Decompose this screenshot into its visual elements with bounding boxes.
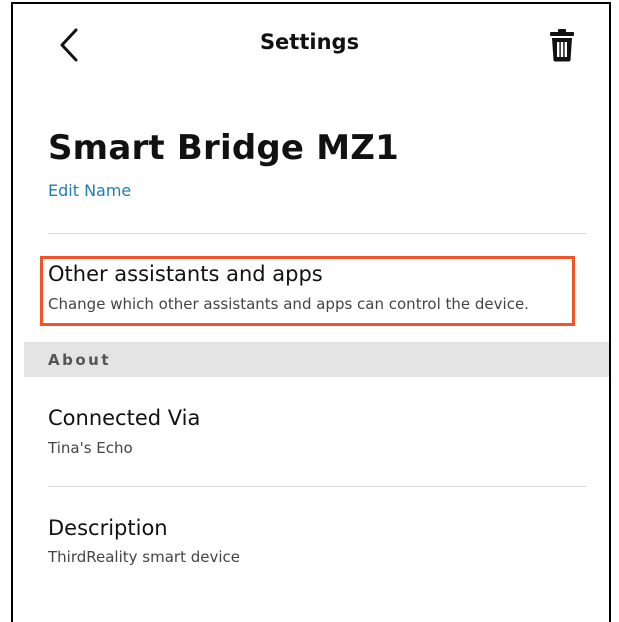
connected-via-title[interactable]: Connected Via [48, 406, 200, 430]
delete-button[interactable] [549, 28, 575, 62]
device-name: Smart Bridge MZ1 [48, 128, 399, 168]
page-title: Settings [259, 30, 360, 54]
divider [48, 486, 586, 487]
other-assistants-highlight[interactable] [40, 256, 575, 326]
edit-name-link[interactable]: Edit Name [48, 181, 131, 200]
section-label: About [48, 351, 112, 369]
description-value: ThirdReality smart device [48, 548, 240, 566]
divider [48, 233, 586, 234]
connected-via-value: Tina's Echo [48, 439, 133, 457]
trash-icon [550, 29, 574, 62]
about-section-header: About [24, 342, 609, 377]
description-title: Description [48, 516, 168, 540]
